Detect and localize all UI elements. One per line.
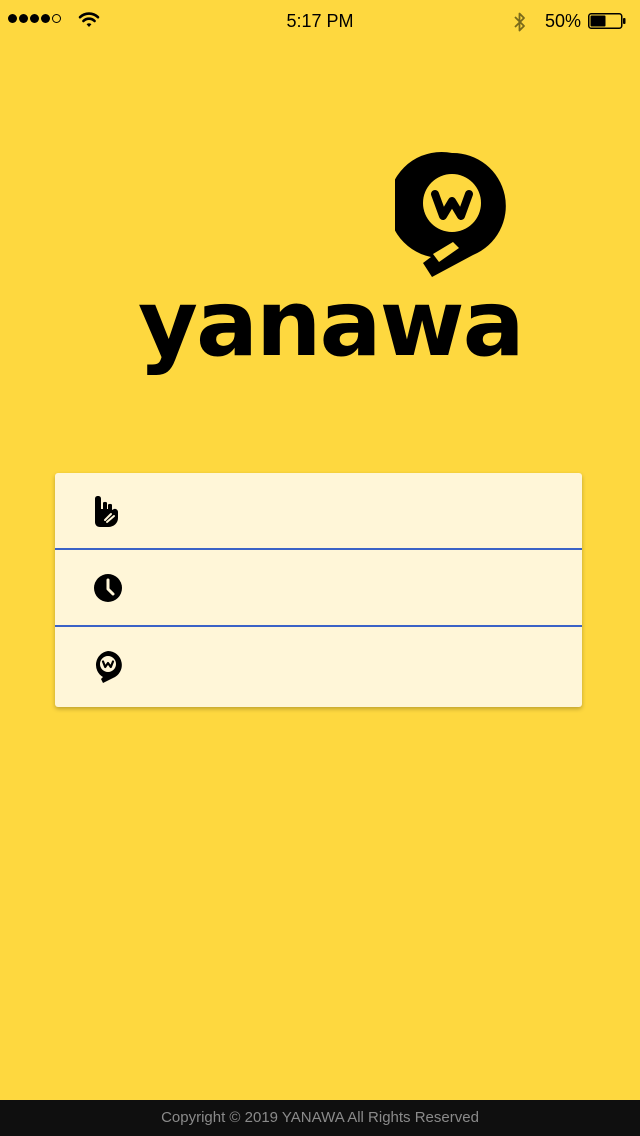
copyright-text: Copyright © 2019 YANAWA All Rights Reser…	[161, 1109, 479, 1126]
menu-item-yanawa[interactable]	[55, 625, 582, 707]
clock-icon	[93, 573, 123, 603]
menu-item-history[interactable]	[55, 548, 582, 625]
hand-gesture-icon	[93, 495, 123, 527]
footer: Copyright © 2019 YANAWA All Rights Reser…	[0, 1100, 640, 1136]
brand-logo: yanawa	[0, 0, 640, 420]
menu-item-gesture[interactable]	[55, 473, 582, 548]
yanawa-wordmark: yanawa	[138, 270, 525, 377]
yanawa-pin-icon	[93, 651, 123, 683]
menu-card	[55, 473, 582, 707]
yanawa-pin-logo-icon	[395, 151, 506, 277]
app-screen: 5:17 PM 50% yanawa Copyright © 2019 YANA…	[0, 0, 640, 1136]
